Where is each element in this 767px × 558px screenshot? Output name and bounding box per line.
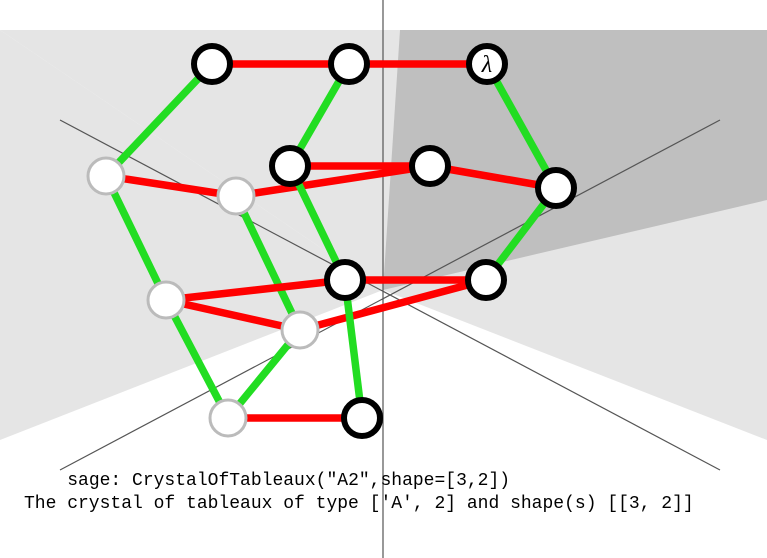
crystal-node (538, 170, 574, 206)
crystal-node (194, 46, 230, 82)
caption-block: sage: CrystalOfTableaux("A2",shape=[3,2]… (24, 446, 694, 540)
caption-line-2: The crystal of tableaux of type ['A', 2]… (24, 494, 694, 514)
crystal-node (210, 400, 246, 436)
crystal-node (88, 158, 124, 194)
crystal-node (272, 148, 308, 184)
crystal-node (218, 178, 254, 214)
crystal-node (412, 148, 448, 184)
crystal-node (344, 400, 380, 436)
crystal-node (148, 282, 184, 318)
lambda-label: λ (481, 52, 492, 78)
crystal-node (331, 46, 367, 82)
crystal-node (468, 262, 504, 298)
caption-line-1: sage: CrystalOfTableaux("A2",shape=[3,2]… (67, 471, 510, 491)
diagram-stage: λ sage: CrystalOfTableaux("A2",shape=[3,… (0, 0, 767, 558)
crystal-node (282, 312, 318, 348)
crystal-node (327, 262, 363, 298)
